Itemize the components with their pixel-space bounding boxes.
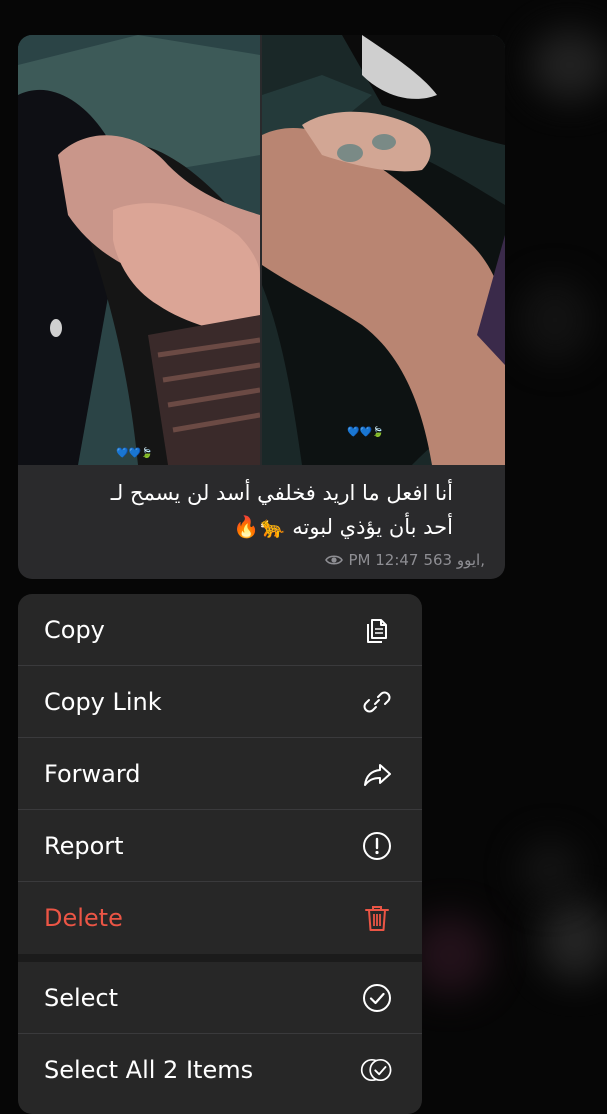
photo-right-overlay: 💙💙🍃 <box>347 425 384 438</box>
trash-icon <box>360 901 394 935</box>
photo-right-image: 💙💙🍃 <box>262 35 505 465</box>
background-blur <box>520 280 590 360</box>
menu-item-forward[interactable]: Forward <box>18 738 422 810</box>
menu-item-label: Report <box>44 831 124 860</box>
menu-item-label: Delete <box>44 904 123 932</box>
select-check-icon <box>360 981 394 1015</box>
message-views: 563 ايوو, <box>423 551 485 569</box>
photo-left-image: 💙💙🍃 <box>18 35 260 465</box>
photo-left[interactable]: 💙💙🍃 <box>18 35 260 465</box>
caption-line-2: أحد بأن يؤذي لبوته 🐆🔥 <box>233 515 453 539</box>
menu-item-select[interactable]: Select <box>18 962 422 1034</box>
menu-item-report[interactable]: Report <box>18 810 422 882</box>
menu-item-delete[interactable]: Delete <box>18 882 422 954</box>
menu-item-label: Copy <box>44 615 105 644</box>
message-time: PM 12:47 <box>348 551 419 569</box>
menu-section-divider <box>18 954 422 962</box>
caption-line-1: أنا افعل ما اريد فخلفي أسد لن يسمح لـ <box>110 481 453 505</box>
background-blur <box>410 915 490 995</box>
message-caption: أنا افعل ما اريد فخلفي أسد لن يسمح لـ أح… <box>33 476 453 544</box>
copy-icon <box>360 613 394 647</box>
menu-item-select-all[interactable]: Select All 2 Items <box>18 1034 422 1106</box>
message-meta: PM 12:47 563 ايوو, <box>325 551 485 569</box>
background-blur <box>520 840 580 900</box>
report-icon <box>360 829 394 863</box>
select-all-icon <box>360 1053 394 1087</box>
message-bubble[interactable]: 💙💙🍃 💙💙🍃 أنا افعل ما اريد فخلفي أسد لن يس… <box>18 35 505 579</box>
forward-icon <box>360 757 394 791</box>
menu-item-label: Forward <box>44 759 141 788</box>
context-menu: Copy Copy Link Forward Report Delete Sel… <box>18 594 422 1114</box>
background-blur <box>530 30 607 100</box>
background-blur <box>540 900 607 980</box>
menu-item-label: Copy Link <box>44 687 162 716</box>
views-eye-icon <box>325 555 344 565</box>
photo-right[interactable]: 💙💙🍃 <box>262 35 505 465</box>
photo-album[interactable]: 💙💙🍃 💙💙🍃 <box>18 35 505 465</box>
menu-item-copy[interactable]: Copy <box>18 594 422 666</box>
menu-item-copy-link[interactable]: Copy Link <box>18 666 422 738</box>
photo-left-overlay: 💙💙🍃 <box>116 446 153 459</box>
menu-item-label: Select <box>44 983 119 1012</box>
link-icon <box>360 685 394 719</box>
